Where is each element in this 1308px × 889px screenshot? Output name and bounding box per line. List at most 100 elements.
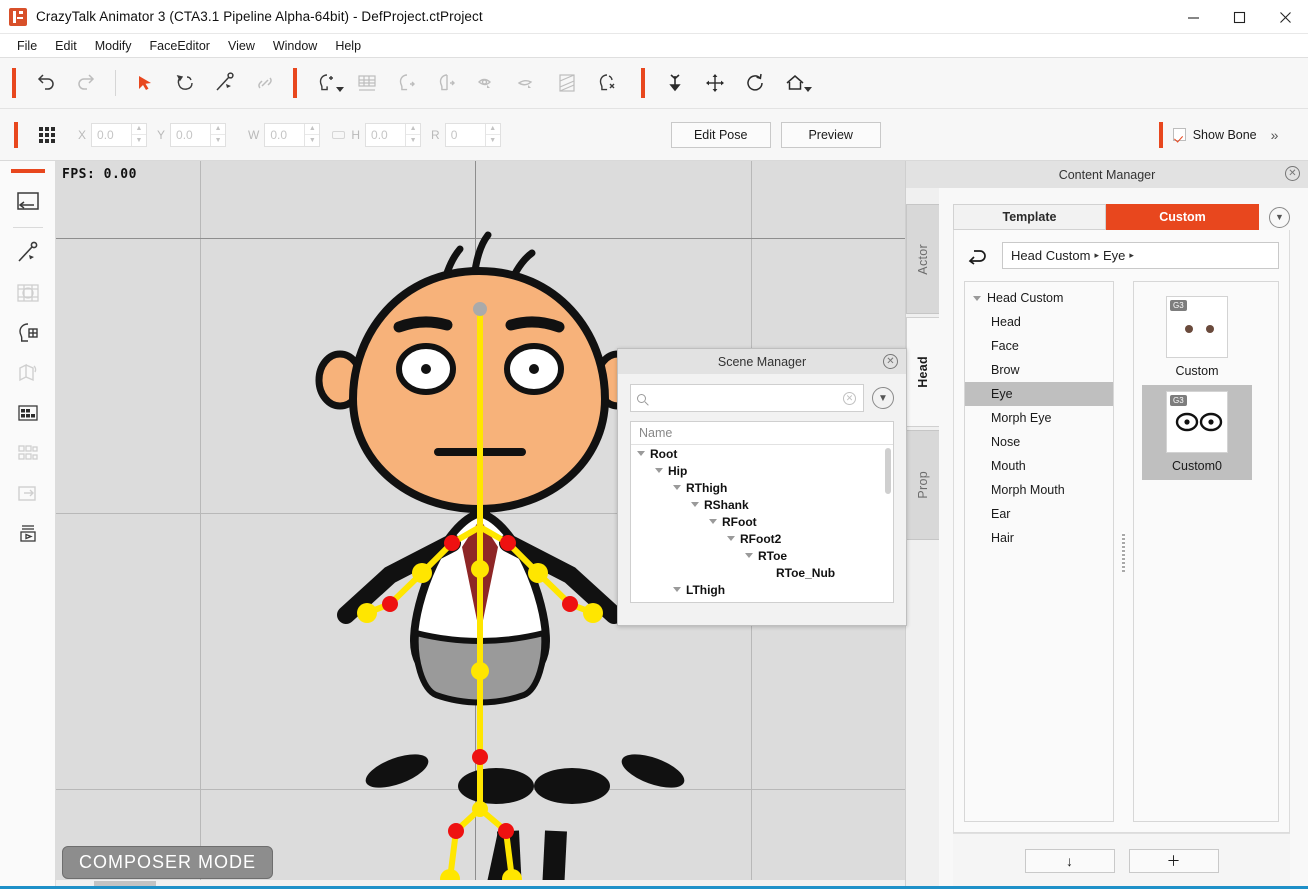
category-item[interactable]: Ear xyxy=(965,502,1113,526)
scene-tree[interactable]: Name Root Hip RThigh RShank RFoot RFoot2 RToe R… xyxy=(630,421,894,603)
menu-help[interactable]: Help xyxy=(326,36,370,56)
category-item[interactable]: Face xyxy=(965,334,1113,358)
tree-expand-icon[interactable] xyxy=(673,485,681,490)
tab-custom[interactable]: Custom xyxy=(1106,204,1259,230)
tree-node[interactable]: RFoot2 xyxy=(631,530,893,547)
tree-expand-icon[interactable] xyxy=(973,295,981,301)
tree-expand-icon[interactable] xyxy=(745,553,753,558)
pin-down-icon[interactable] xyxy=(655,63,695,103)
r-label: R xyxy=(431,127,440,142)
category-item[interactable]: Brow xyxy=(965,358,1113,382)
y-stepper[interactable]: ▲ ▼ xyxy=(210,123,226,146)
vtab-head[interactable]: Head xyxy=(906,317,939,427)
breadcrumb-item-0[interactable]: Head Custom xyxy=(1011,248,1090,263)
stage-icon[interactable] xyxy=(8,182,48,222)
tree-expand-icon[interactable] xyxy=(673,587,681,592)
y-input[interactable]: 0.0 ▲ ▼ xyxy=(170,122,227,147)
category-item[interactable]: Nose xyxy=(965,430,1113,454)
edit-pose-button[interactable]: Edit Pose xyxy=(670,121,771,148)
head-create-icon[interactable] xyxy=(307,63,347,103)
render-preview-icon[interactable] xyxy=(8,513,48,553)
bone-edit-icon[interactable] xyxy=(205,63,245,103)
tree-node[interactable]: Root xyxy=(631,445,893,462)
w-input[interactable]: 0.0 ▲ ▼ xyxy=(264,122,321,147)
undo-icon[interactable] xyxy=(26,63,66,103)
menu-view[interactable]: View xyxy=(219,36,264,56)
tree-expand-icon[interactable] xyxy=(691,502,699,507)
tab-template[interactable]: Template xyxy=(953,204,1106,230)
tree-node[interactable]: RShank xyxy=(631,496,893,513)
transform-hand-icon[interactable] xyxy=(165,63,205,103)
tree-expand-icon[interactable] xyxy=(637,451,645,456)
h-stepper[interactable]: ▲ ▼ xyxy=(405,123,421,146)
tree-expand-icon[interactable] xyxy=(727,536,735,541)
chevron-down-icon[interactable] xyxy=(804,87,812,92)
close-icon[interactable]: ✕ xyxy=(1285,166,1300,181)
link-wh-icon[interactable] xyxy=(332,130,346,139)
x-input[interactable]: 0.0 ▲ ▼ xyxy=(91,122,148,147)
thumbnail-item[interactable]: G3 Custom0 xyxy=(1142,385,1252,480)
download-button[interactable]: ↓ xyxy=(1024,848,1115,873)
chevron-down-circle-icon[interactable]: ▼ xyxy=(872,387,894,409)
tree-scrollbar[interactable] xyxy=(885,448,891,494)
x-stepper[interactable]: ▲ ▼ xyxy=(131,123,147,146)
face-setup-icon[interactable] xyxy=(8,313,48,353)
thumbnail-item[interactable]: G3 Custom xyxy=(1142,290,1252,385)
scene-search-input[interactable]: ✕ xyxy=(630,384,864,412)
category-item[interactable]: Hair xyxy=(965,526,1113,550)
vtab-actor[interactable]: Actor xyxy=(906,204,939,314)
menu-edit[interactable]: Edit xyxy=(46,36,86,56)
sprite-editor-icon[interactable] xyxy=(8,393,48,433)
category-item[interactable]: Morph Eye xyxy=(965,406,1113,430)
breadcrumb-item-1[interactable]: Eye xyxy=(1103,248,1125,263)
align-grid-icon[interactable] xyxy=(28,115,68,155)
vtab-prop[interactable]: Prop xyxy=(906,430,939,540)
add-button[interactable]: ＋ xyxy=(1128,848,1219,873)
category-item[interactable]: Morph Mouth xyxy=(965,478,1113,502)
menu-modify[interactable]: Modify xyxy=(86,36,141,56)
menu-window[interactable]: Window xyxy=(264,36,326,56)
tree-node[interactable]: RToe_Nub xyxy=(631,564,893,581)
r-input[interactable]: 0 ▲ ▼ xyxy=(444,122,501,147)
rotate-icon[interactable] xyxy=(735,63,775,103)
tree-node[interactable]: RFoot xyxy=(631,513,893,530)
tree-node[interactable]: RToe xyxy=(631,547,893,564)
tree-node[interactable]: RThigh xyxy=(631,479,893,496)
tree-expand-icon[interactable] xyxy=(655,468,663,473)
menu-faceeditor[interactable]: FaceEditor xyxy=(141,36,219,56)
minimize-button[interactable] xyxy=(1170,0,1216,34)
preview-button[interactable]: Preview xyxy=(780,121,881,148)
tree-node[interactable]: LThigh xyxy=(631,581,893,598)
tree-expand-icon[interactable] xyxy=(709,519,717,524)
menu-file[interactable]: File xyxy=(8,36,46,56)
head-remove-icon[interactable] xyxy=(587,63,627,103)
breadcrumb[interactable]: Head Custom ▸ Eye ▸ xyxy=(1002,242,1279,269)
category-item[interactable]: Head Custom xyxy=(965,286,1113,310)
thumbnail-grid[interactable]: G3 Custom G3 Custom0 xyxy=(1133,281,1279,822)
close-button[interactable] xyxy=(1262,0,1308,34)
w-stepper[interactable]: ▲ ▼ xyxy=(304,123,320,146)
tree-node[interactable]: LShank xyxy=(631,598,893,603)
move-icon[interactable] xyxy=(695,63,735,103)
category-list[interactable]: Head Custom Head Face Brow Eye Morph Eye Nose M… xyxy=(964,281,1114,822)
select-arrow-icon[interactable] xyxy=(125,63,165,103)
r-stepper[interactable]: ▲ ▼ xyxy=(484,123,500,146)
category-item[interactable]: Eye xyxy=(965,382,1113,406)
h-input[interactable]: 0.0 ▲ ▼ xyxy=(365,122,422,147)
tree-node[interactable]: Hip xyxy=(631,462,893,479)
clear-circle-icon[interactable]: ✕ xyxy=(843,391,856,405)
category-item[interactable]: Head xyxy=(965,310,1113,334)
bone-tool-icon[interactable] xyxy=(8,233,48,273)
chevron-down-icon[interactable] xyxy=(336,87,344,92)
close-icon[interactable]: ✕ xyxy=(883,354,898,369)
maximize-button[interactable] xyxy=(1216,0,1262,34)
home-icon[interactable] xyxy=(775,63,815,103)
toolbar-overflow-icon[interactable]: » xyxy=(1271,127,1279,143)
show-bone-checkbox[interactable]: Show Bone xyxy=(1172,128,1257,142)
category-item[interactable]: Mouth xyxy=(965,454,1113,478)
back-arrow-icon[interactable] xyxy=(964,245,990,267)
chevron-down-circle-icon[interactable]: ▼ xyxy=(1269,206,1290,228)
tree-rows[interactable]: Root Hip RThigh RShank RFoot RFoot2 RToe RToe_N… xyxy=(631,445,893,603)
column-resize-handle[interactable] xyxy=(1121,281,1126,822)
checkbox-icon[interactable] xyxy=(1172,128,1186,141)
